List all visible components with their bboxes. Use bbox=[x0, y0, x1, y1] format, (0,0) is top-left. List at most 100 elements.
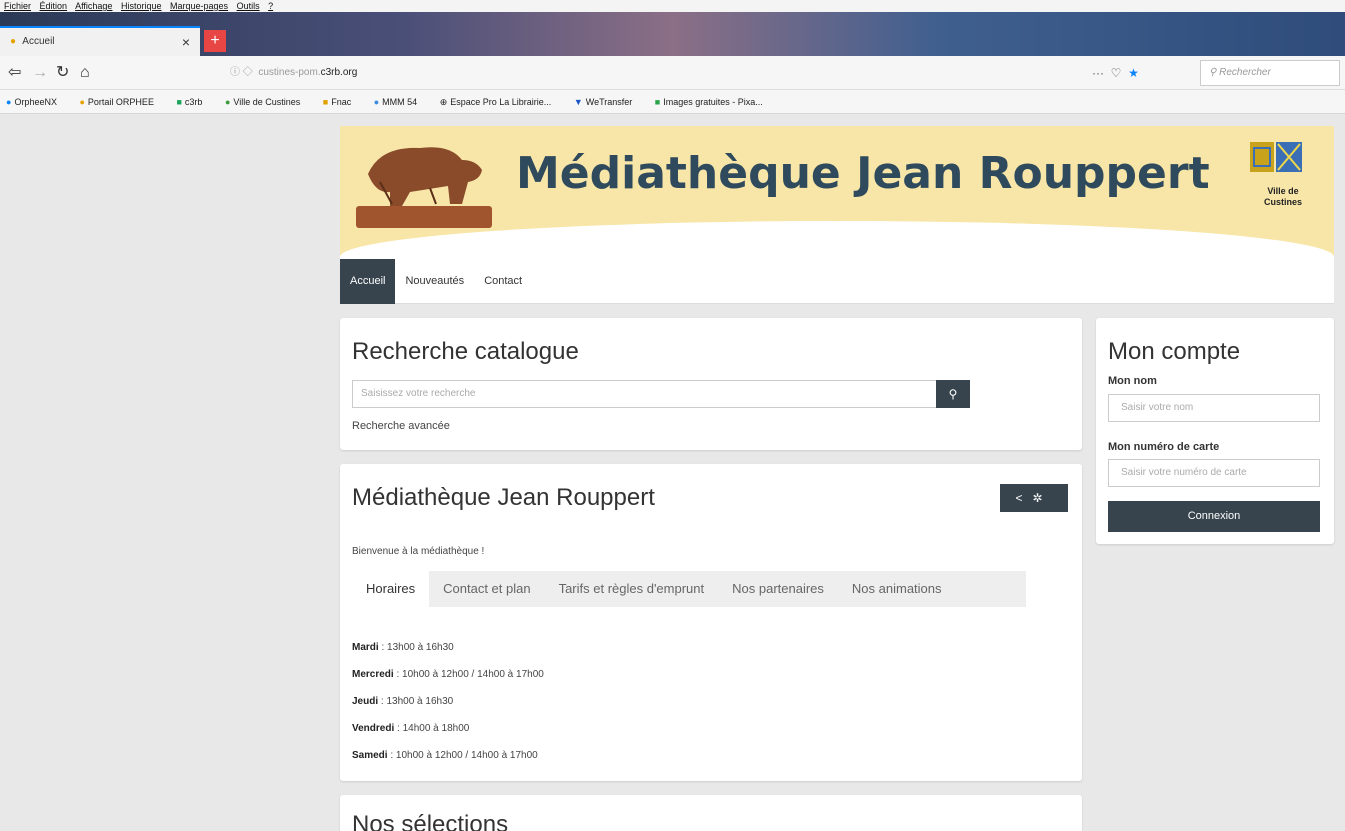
forward-icon[interactable]: → bbox=[32, 64, 48, 82]
welcome-text: Bienvenue à la médiathèque ! bbox=[352, 546, 485, 557]
bookmark-label: Portail ORPHEE bbox=[87, 97, 154, 107]
card-number-label: Mon numéro de carte bbox=[1108, 441, 1220, 453]
back-icon[interactable]: ⇦ bbox=[8, 64, 21, 82]
time-range: : 13h00 à 16h30 bbox=[378, 642, 454, 653]
share-icon[interactable]: < bbox=[1015, 491, 1032, 505]
bookmark-label: WeTransfer bbox=[585, 97, 633, 107]
crest-label-line2: Custines bbox=[1264, 197, 1303, 207]
selections-title: Nos sélections bbox=[352, 811, 509, 831]
pocket-icon[interactable]: ♡ bbox=[1111, 66, 1122, 80]
nav-accueil[interactable]: Accueil bbox=[340, 259, 396, 304]
favicon-icon: ■ bbox=[176, 97, 182, 107]
close-tab-icon[interactable]: × bbox=[182, 34, 190, 50]
url-actions: ··· ♡ ★ bbox=[1092, 62, 1139, 84]
browser-tab-accueil[interactable]: ● Accueil × bbox=[0, 26, 200, 56]
bookmark-label: Images gratuites - Pixa... bbox=[663, 97, 763, 107]
bookmark-label: c3rb bbox=[184, 97, 203, 107]
opening-hours: Mardi : 13h00 à 16h30 Mercredi : 10h00 à… bbox=[352, 634, 544, 769]
name-label: Mon nom bbox=[1108, 375, 1157, 387]
bookmark-item[interactable]: ● Ville de Custines bbox=[225, 97, 310, 107]
browser-menubar: Fichier Édition Affichage Historique Mar… bbox=[0, 0, 1345, 12]
bookmark-label: Fnac bbox=[331, 97, 352, 107]
crest-label-line1: Ville de bbox=[1267, 186, 1299, 196]
browser-search-input[interactable]: ⚲ Rechercher bbox=[1200, 60, 1340, 86]
gear-icon[interactable]: ✲ bbox=[1032, 491, 1052, 505]
menu-edition[interactable]: Édition bbox=[40, 1, 68, 11]
home-icon[interactable]: ⌂ bbox=[80, 64, 90, 82]
bear-logo bbox=[356, 147, 492, 228]
time-range: : 14h00 à 18h00 bbox=[394, 723, 470, 734]
advanced-search-link[interactable]: Recherche avancée bbox=[352, 420, 450, 432]
catalog-search-input[interactable]: Saisissez votre recherche bbox=[352, 380, 936, 408]
login-button[interactable]: Connexion bbox=[1108, 501, 1320, 532]
menu-fichier[interactable]: Fichier bbox=[4, 1, 31, 11]
globe-icon: ● bbox=[6, 97, 12, 107]
crest-label: Ville de Custines bbox=[1264, 186, 1302, 208]
tracking-shield-icon[interactable]: ◇ bbox=[243, 67, 253, 78]
tab-tarifs[interactable]: Tarifs et règles d'emprunt bbox=[545, 571, 719, 607]
day-label: Mardi bbox=[352, 642, 379, 653]
nav-contact[interactable]: Contact bbox=[474, 259, 532, 304]
selections-panel: Nos sélections bbox=[340, 795, 1082, 831]
tab-animations[interactable]: Nos animations bbox=[838, 571, 956, 607]
site-banner: Médiathèque Jean Rouppert Ville de Custi… bbox=[340, 126, 1334, 259]
tab-partenaires[interactable]: Nos partenaires bbox=[718, 571, 838, 607]
day-label: Jeudi bbox=[352, 696, 379, 707]
bookmark-item[interactable]: ■ c3rb bbox=[176, 97, 212, 107]
hours-row: Jeudi : 13h00 à 16h30 bbox=[352, 688, 544, 715]
panel-tools: <✲ bbox=[1000, 484, 1068, 512]
bookmark-item[interactable]: ▼ WeTransfer bbox=[574, 97, 642, 107]
favicon-icon: ▼ bbox=[573, 97, 583, 107]
tab-contact-plan[interactable]: Contact et plan bbox=[429, 571, 544, 607]
info-icon[interactable]: ⓘ bbox=[230, 67, 240, 78]
name-input[interactable]: Saisir votre nom bbox=[1108, 394, 1320, 422]
bookmark-label: Espace Pro La Librairie... bbox=[450, 97, 552, 107]
time-range: : 13h00 à 16h30 bbox=[378, 696, 454, 707]
nav-nouveautes[interactable]: Nouveautés bbox=[395, 259, 474, 304]
favicon-icon: ■ bbox=[322, 97, 329, 107]
browser-titlebar bbox=[0, 12, 1345, 56]
day-label: Vendredi bbox=[352, 723, 395, 734]
time-range: : 10h00 à 12h00 / 14h00 à 17h00 bbox=[387, 750, 538, 761]
account-panel: Mon compte Mon nom Saisir votre nom Mon … bbox=[1096, 318, 1334, 544]
library-title: Médiathèque Jean Rouppert bbox=[352, 484, 655, 511]
menu-outils[interactable]: Outils bbox=[237, 1, 260, 11]
hours-row: Samedi : 10h00 à 12h00 / 14h00 à 17h00 bbox=[352, 742, 544, 769]
favicon-icon: ● bbox=[373, 97, 380, 107]
day-label: Mercredi bbox=[352, 669, 394, 680]
tab-favicon-icon: ● bbox=[10, 36, 17, 47]
page-actions-icon[interactable]: ··· bbox=[1092, 66, 1104, 80]
search-icon: ⚲ bbox=[948, 387, 958, 401]
search-icon: ⚲ bbox=[1209, 67, 1217, 78]
catalog-search-panel: Recherche catalogue Saisissez votre rech… bbox=[340, 318, 1082, 450]
new-tab-button[interactable]: + bbox=[204, 30, 226, 52]
bookmark-item[interactable]: ■ Fnac bbox=[323, 97, 361, 107]
bookmark-item[interactable]: ● Portail ORPHEE bbox=[79, 97, 163, 107]
tab-horaires[interactable]: Horaires bbox=[352, 571, 430, 607]
favicon-icon: ● bbox=[224, 97, 231, 107]
time-range: : 10h00 à 12h00 / 14h00 à 17h00 bbox=[393, 669, 544, 680]
url-bar[interactable]: ⓘ ◇ custines-pom.c3rb.org bbox=[230, 62, 1100, 84]
bookmark-item[interactable]: ⊕ Espace Pro La Librairie... bbox=[440, 97, 562, 107]
catalog-search-button[interactable]: ⚲ bbox=[936, 380, 970, 408]
bookmark-item[interactable]: ■ Images gratuites - Pixa... bbox=[655, 97, 773, 107]
catalog-title: Recherche catalogue bbox=[352, 338, 579, 365]
menu-affichage[interactable]: Affichage bbox=[75, 1, 112, 11]
menu-aide[interactable]: ? bbox=[268, 1, 273, 11]
bookmark-label: MMM 54 bbox=[382, 97, 418, 107]
bookmark-label: OrpheeNX bbox=[14, 97, 57, 107]
hours-row: Mercredi : 10h00 à 12h00 / 14h00 à 17h00 bbox=[352, 661, 544, 688]
favicon-icon: ● bbox=[79, 97, 85, 107]
menu-marque-pages[interactable]: Marque-pages bbox=[170, 1, 228, 11]
bookmark-star-icon[interactable]: ★ bbox=[1128, 66, 1139, 80]
hours-row: Mardi : 13h00 à 16h30 bbox=[352, 634, 544, 661]
card-number-input[interactable]: Saisir votre numéro de carte bbox=[1108, 459, 1320, 487]
info-tabs: Horaires Contact et plan Tarifs et règles … bbox=[352, 571, 1026, 607]
bookmark-item[interactable]: ● MMM 54 bbox=[374, 97, 427, 107]
town-crest-icon bbox=[1250, 142, 1302, 172]
menu-historique[interactable]: Historique bbox=[121, 1, 162, 11]
day-label: Samedi bbox=[352, 750, 388, 761]
reload-icon[interactable]: ↻ bbox=[56, 64, 69, 82]
bookmark-item[interactable]: ● OrpheeNX bbox=[6, 97, 67, 107]
search-placeholder: Rechercher bbox=[1219, 67, 1271, 78]
